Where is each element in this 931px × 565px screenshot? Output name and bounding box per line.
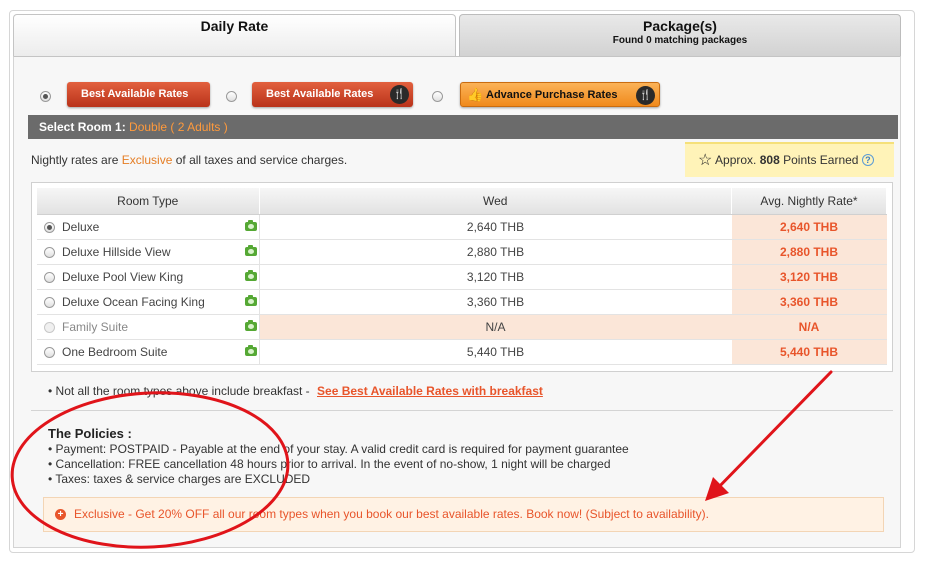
table-row[interactable]: Deluxe 2,640 THB 2,640 THB	[37, 214, 887, 240]
camera-icon[interactable]	[244, 219, 257, 231]
avg-rate-cell: 3,120 THB	[731, 264, 887, 290]
wed-rate-cell: 2,880 THB	[259, 239, 732, 265]
best-available-rates-label: Best Available Rates	[81, 88, 189, 100]
room-type-name: Deluxe Ocean Facing King	[62, 294, 205, 309]
thumbs-up-icon: 👍	[467, 87, 484, 102]
policies-section: The Policies : • Payment: POSTPAID - Pay…	[48, 426, 629, 487]
advance-purchase-rates-button[interactable]: 👍 Advance Purchase Rates 🍴	[460, 82, 660, 107]
camera-icon[interactable]	[244, 344, 257, 356]
nightly-note-highlight: Exclusive	[121, 153, 173, 167]
table-row[interactable]: Deluxe Pool View King 3,120 THB 3,120 TH…	[37, 264, 887, 290]
divider	[31, 410, 893, 411]
select-room-bar: Select Room 1: Double ( 2 Adults )	[28, 115, 898, 139]
camera-icon[interactable]	[244, 269, 257, 281]
table-header-row: Room Type Wed Avg. Nightly Rate*	[37, 188, 887, 215]
rate-option-3-radio[interactable]	[432, 91, 443, 102]
room-type-cell: Deluxe Hillside View	[37, 239, 260, 265]
table-row[interactable]: Deluxe Hillside View 2,880 THB 2,880 THB	[37, 239, 887, 265]
promo-text: Exclusive - Get 20% OFF all our room typ…	[74, 507, 709, 521]
points-prefix: Approx.	[715, 153, 757, 167]
tab-daily-rate-label: Daily Rate	[200, 18, 269, 34]
utensils-icon: 🍴	[636, 86, 655, 105]
policy-taxes: • Taxes: taxes & service charges are EXC…	[48, 472, 311, 486]
col-room-type: Room Type	[37, 188, 260, 215]
exclusive-promo-banner: + Exclusive - Get 20% OFF all our room t…	[43, 497, 884, 532]
points-value: 808	[759, 153, 780, 167]
breakfast-note: • Not all the room types above include b…	[48, 384, 543, 398]
breakfast-rates-link[interactable]: See Best Available Rates with breakfast	[317, 384, 543, 398]
rate-option-2-radio[interactable]	[226, 91, 237, 102]
policy-payment: • Payment: POSTPAID - Payable at the end…	[48, 442, 629, 456]
room-radio[interactable]	[44, 246, 55, 258]
table-row[interactable]: Deluxe Ocean Facing King 3,360 THB 3,360…	[37, 289, 887, 315]
camera-icon[interactable]	[244, 319, 257, 331]
tab-packages-label: Package(s)	[643, 18, 717, 34]
avg-rate-cell: N/A	[731, 314, 887, 340]
policies-title: The Policies :	[48, 426, 132, 441]
room-type-cell: One Bedroom Suite	[37, 339, 260, 365]
wed-rate-cell: 5,440 THB	[259, 339, 732, 365]
tab-packages-count: Found 0 matching packages	[612, 35, 748, 46]
room-type-name: Deluxe Pool View King	[62, 269, 184, 284]
policy-cancellation: • Cancellation: FREE cancellation 48 hou…	[48, 457, 611, 471]
avg-rate-cell: 5,440 THB	[731, 339, 887, 365]
col-wed: Wed	[259, 188, 732, 215]
room-type-name: Deluxe	[62, 219, 100, 234]
table-row: Family Suite N/A N/A	[37, 314, 887, 340]
breakfast-note-text: • Not all the room types above include b…	[48, 384, 310, 398]
room-rates-table: Room Type Wed Avg. Nightly Rate* Deluxe …	[37, 188, 887, 365]
room-occupancy-selection[interactable]: Double ( 2 Adults )	[129, 120, 228, 134]
best-available-rates-breakfast-label: Best Available Rates	[266, 88, 374, 100]
points-earned-box: ☆ Approx. 808 Points Earned ?	[685, 142, 894, 177]
wed-rate-cell: N/A	[259, 314, 732, 340]
room-type-cell: Deluxe Ocean Facing King	[37, 289, 260, 315]
wed-rate-cell: 3,360 THB	[259, 289, 732, 315]
nightly-note-prefix: Nightly rates are	[31, 153, 122, 167]
camera-icon[interactable]	[244, 244, 257, 256]
room-rates-table-wrapper: Room Type Wed Avg. Nightly Rate* Deluxe …	[31, 182, 893, 372]
avg-rate-cell: 2,640 THB	[731, 214, 887, 240]
col-avg-nightly-rate: Avg. Nightly Rate*	[731, 188, 887, 215]
advance-purchase-rates-label: Advance Purchase Rates	[486, 89, 618, 101]
select-room-label: Select Room 1:	[39, 120, 126, 134]
utensils-icon: 🍴	[390, 85, 409, 104]
room-type-name: Family Suite	[62, 319, 129, 334]
nightly-note-suffix: of all taxes and service charges.	[172, 153, 348, 167]
avg-rate-cell: 3,360 THB	[731, 289, 887, 315]
wed-rate-cell: 3,120 THB	[259, 264, 732, 290]
camera-icon[interactable]	[244, 294, 257, 306]
room-radio	[44, 321, 55, 333]
room-radio[interactable]	[44, 271, 55, 283]
room-type-cell: Deluxe Pool View King	[37, 264, 260, 290]
table-row[interactable]: One Bedroom Suite 5,440 THB 5,440 THB	[37, 339, 887, 365]
nightly-rates-note: Nightly rates are Exclusive of all taxes…	[31, 153, 347, 167]
best-available-rates-button[interactable]: Best Available Rates	[67, 82, 210, 107]
rate-option-1-radio[interactable]	[40, 91, 51, 102]
room-radio[interactable]	[44, 221, 55, 233]
help-icon[interactable]: ?	[861, 154, 874, 166]
wed-rate-cell: 2,640 THB	[259, 214, 732, 240]
plus-circle-icon[interactable]: +	[55, 509, 66, 520]
room-type-cell: Deluxe	[37, 214, 260, 240]
room-type-cell: Family Suite	[37, 314, 260, 340]
star-icon: ☆	[698, 152, 713, 169]
tab-packages[interactable]: Package(s) Found 0 matching packages	[459, 14, 901, 56]
points-suffix: Points Earned	[783, 153, 859, 167]
room-type-name: Deluxe Hillside View	[62, 244, 171, 259]
room-radio[interactable]	[44, 296, 55, 308]
best-available-rates-breakfast-button[interactable]: Best Available Rates 🍴	[252, 82, 413, 107]
avg-rate-cell: 2,880 THB	[731, 239, 887, 265]
room-radio[interactable]	[44, 346, 55, 358]
room-type-name: One Bedroom Suite	[62, 344, 168, 359]
tab-daily-rate[interactable]: Daily Rate	[13, 14, 456, 56]
